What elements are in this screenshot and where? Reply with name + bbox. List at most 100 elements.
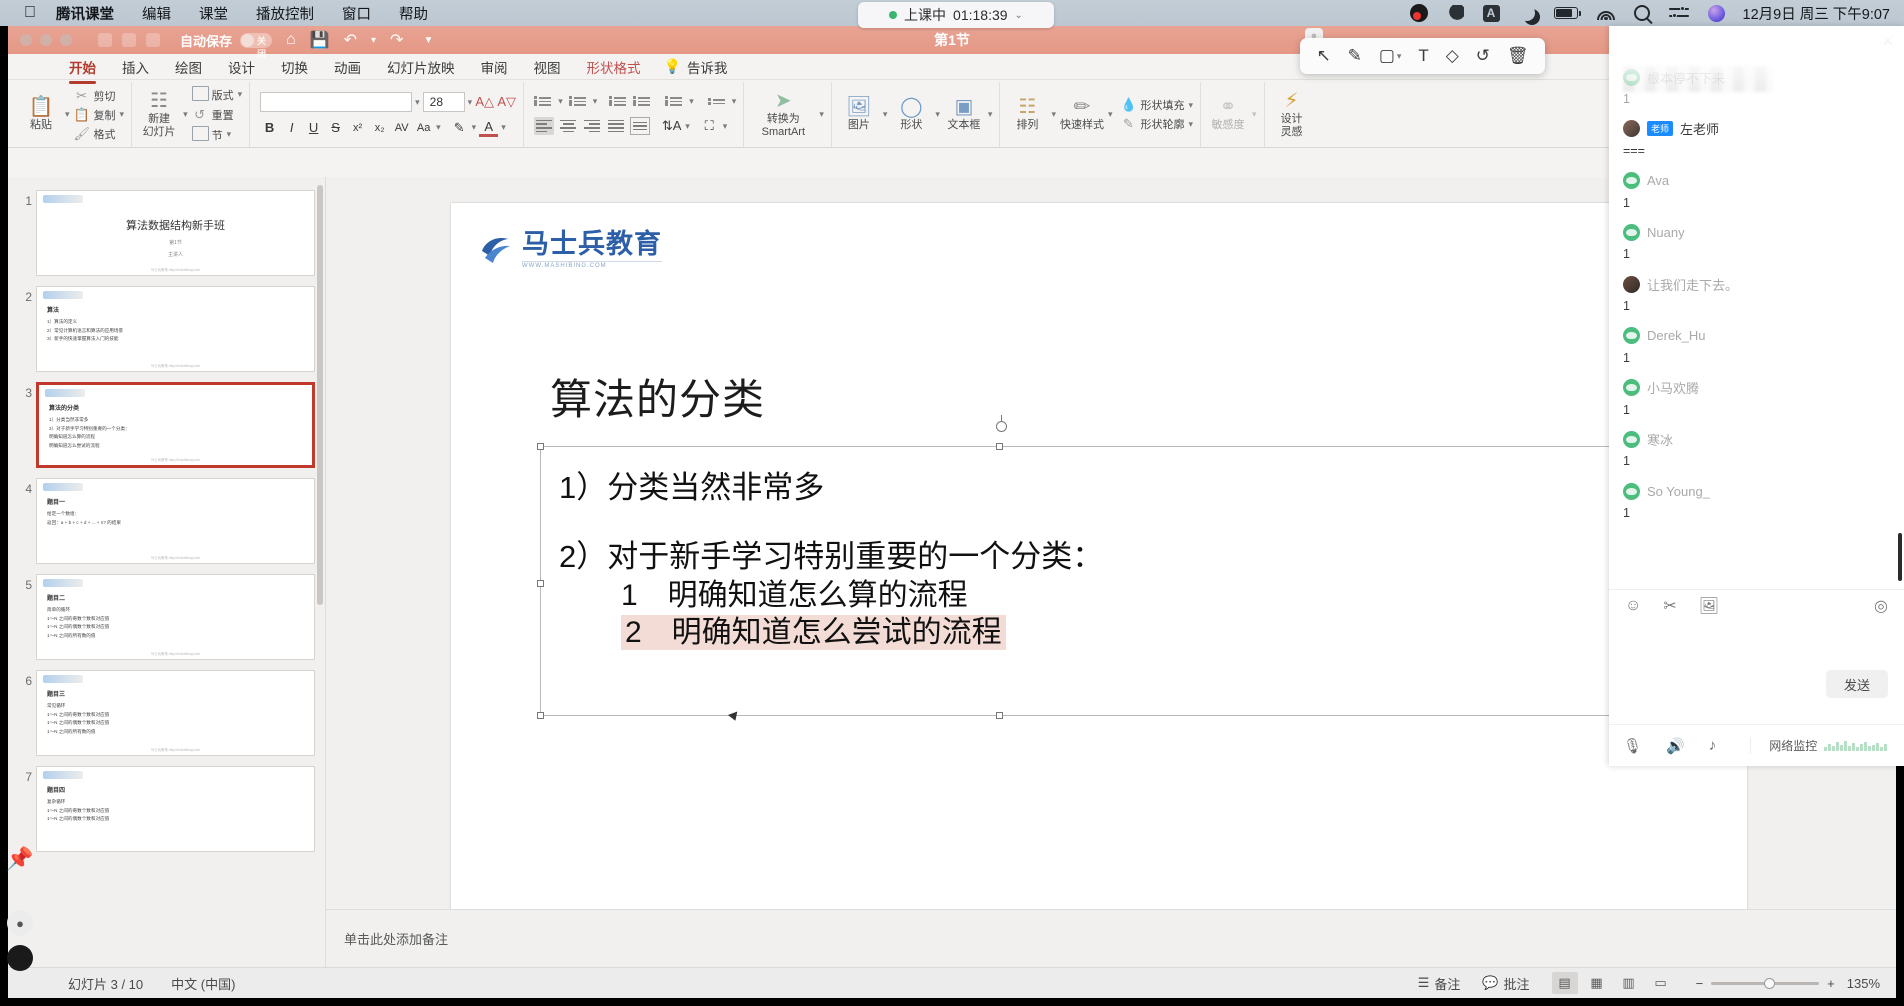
thumbnail-slide-3[interactable]: 算法的分类 1）分类当然非常多 2）对于新手学习特别重要的一个分类： 明确知道怎… bbox=[36, 382, 315, 468]
paste-dropdown-icon[interactable]: ▾ bbox=[65, 109, 70, 120]
record-circle-icon[interactable]: ● bbox=[7, 910, 33, 936]
comments-toggle-button[interactable]: 💬 批注 bbox=[1482, 974, 1529, 993]
qat-more-icon[interactable]: ▼ bbox=[423, 35, 433, 46]
thumbnail-row-2[interactable]: 2 算法 1）算法的定义 2）常见计算机语言和算法的应用场景 3）新手的快速掌握… bbox=[8, 281, 325, 377]
line-spacing-button[interactable] bbox=[665, 94, 683, 110]
underline-button[interactable]: U bbox=[304, 118, 323, 137]
thumbnail-scrollbar[interactable] bbox=[317, 185, 323, 605]
superscript-button[interactable]: x² bbox=[348, 118, 367, 137]
align-text-dropdown-icon[interactable]: ▾ bbox=[723, 121, 728, 132]
resize-handle-bc[interactable] bbox=[996, 712, 1003, 719]
italic-button[interactable]: I bbox=[282, 118, 301, 137]
character-spacing-button[interactable]: AV bbox=[392, 118, 411, 137]
distribute-button[interactable] bbox=[630, 117, 651, 135]
text-direction-button[interactable]: ⇅A bbox=[662, 117, 682, 136]
columns-dropdown-icon[interactable]: ▾ bbox=[732, 96, 737, 107]
font-name-input[interactable] bbox=[260, 92, 413, 112]
shape-outline-button[interactable]: ✎ 形状轮廓 ▾ bbox=[1121, 116, 1193, 132]
align-right-button[interactable] bbox=[582, 117, 602, 135]
subscript-button[interactable]: x₂ bbox=[370, 118, 389, 137]
textbox-button[interactable]: ▣ 文本框 bbox=[944, 97, 984, 131]
resize-handle-tc[interactable] bbox=[996, 443, 1003, 450]
class-timer-widget[interactable]: 上课中 01:18:39 ⌄ bbox=[858, 2, 1054, 28]
chat-settings-icon[interactable]: ◎ bbox=[1874, 596, 1888, 616]
microphone-icon[interactable]: 🎙 bbox=[1623, 737, 1642, 755]
copy-button[interactable]: 📋 复制 ▾ bbox=[74, 107, 125, 123]
sensitivity-button[interactable]: ⚭ 敏感度 bbox=[1208, 97, 1248, 131]
qat-slot-3-icon[interactable] bbox=[146, 33, 160, 47]
send-button[interactable]: 发送 bbox=[1826, 670, 1888, 698]
numbered-list-button[interactable] bbox=[568, 94, 587, 110]
slide-thumbnail-panel[interactable]: 1 算法数据结构新手班 第1节 主讲人 马士兵教育 http://mashibi… bbox=[8, 177, 326, 967]
align-left-button[interactable] bbox=[534, 117, 555, 135]
normal-view-button[interactable]: ▤ bbox=[1551, 972, 1578, 994]
format-painter-button[interactable]: 🖌 格式 bbox=[74, 126, 125, 142]
redo-icon[interactable]: ↷ bbox=[390, 30, 403, 50]
bullet-list-dropdown-icon[interactable]: ▾ bbox=[558, 96, 563, 107]
save-icon[interactable]: 💾 bbox=[310, 30, 330, 50]
arrange-button[interactable]: ☷ 排列 bbox=[1007, 97, 1047, 131]
tell-me-box[interactable]: 💡 告诉我 bbox=[654, 57, 728, 77]
layout-dropdown-icon[interactable]: ▾ bbox=[238, 89, 243, 100]
thumbnail-slide-6[interactable]: 题目三 常见循环 1～N 之间的奇数个数和对应值 1～N 之间的偶数个数和对应值… bbox=[36, 670, 315, 756]
increase-font-size-button[interactable]: A△ bbox=[475, 93, 494, 112]
thumbnail-slide-7[interactable]: 题目四 复杂循环 1～N 之间的奇数个数和对应值 1～N 之间的偶数个数和对应值 bbox=[36, 766, 315, 852]
bullet-list-button[interactable] bbox=[534, 94, 552, 110]
justify-button[interactable] bbox=[606, 117, 626, 135]
tab-transitions[interactable]: 切换 bbox=[268, 54, 321, 80]
shape-fill-dropdown-icon[interactable]: ▾ bbox=[1189, 100, 1194, 111]
qat-slot-1-icon[interactable] bbox=[98, 33, 112, 47]
notes-toggle-button[interactable]: ☰ 备注 bbox=[1418, 974, 1461, 993]
language-indicator[interactable]: 中文 (中国) bbox=[171, 974, 235, 993]
wifi-icon[interactable] bbox=[1596, 6, 1615, 20]
thumbnail-row-3[interactable]: 3 算法的分类 1）分类当然非常多 2）对于新手学习特别重要的一个分类： 明确知… bbox=[8, 377, 325, 473]
tab-shape-format[interactable]: 形状格式 bbox=[574, 54, 654, 80]
spotlight-search-icon[interactable] bbox=[1633, 5, 1650, 21]
tab-slideshow[interactable]: 幻灯片放映 bbox=[374, 54, 468, 80]
bold-button[interactable]: B bbox=[260, 118, 279, 137]
copy-dropdown-icon[interactable]: ▾ bbox=[120, 109, 125, 120]
section-dropdown-icon[interactable]: ▾ bbox=[227, 129, 232, 140]
highlight-dropdown-icon[interactable]: ▾ bbox=[472, 122, 477, 133]
resize-handle-ml[interactable] bbox=[537, 580, 544, 587]
quick-styles-button[interactable]: ✏ 快速样式 bbox=[1060, 97, 1104, 131]
chat-scrollbar[interactable] bbox=[1898, 533, 1902, 581]
new-slide-dropdown-icon[interactable]: ▾ bbox=[183, 109, 188, 120]
thumbnail-row-1[interactable]: 1 算法数据结构新手班 第1节 主讲人 马士兵教育 http://mashibi… bbox=[8, 185, 325, 281]
night-shift-icon[interactable] bbox=[1519, 5, 1535, 21]
menu-item-help[interactable]: 帮助 bbox=[399, 3, 428, 24]
change-case-dropdown-icon[interactable]: ▾ bbox=[436, 122, 441, 133]
close-window-button[interactable] bbox=[20, 34, 32, 46]
strikethrough-button[interactable]: S bbox=[326, 118, 345, 137]
menu-item-playback[interactable]: 播放控制 bbox=[256, 3, 314, 24]
shape-tool-icon[interactable]: ▢ ▾ bbox=[1379, 46, 1402, 66]
tab-review[interactable]: 审阅 bbox=[468, 54, 521, 80]
qat-slot-2-icon[interactable] bbox=[122, 33, 136, 47]
line-spacing-dropdown-icon[interactable]: ▾ bbox=[689, 96, 694, 107]
menu-item-edit[interactable]: 编辑 bbox=[142, 3, 171, 24]
autosave-control[interactable]: 自动保存 关闭 bbox=[180, 31, 273, 59]
slide-sorter-view-button[interactable]: ▦ bbox=[1584, 972, 1610, 994]
increase-indent-button[interactable] bbox=[633, 94, 651, 110]
section-button[interactable]: 节 ▾ bbox=[191, 125, 243, 144]
reset-button[interactable]: ↺ 重置 bbox=[192, 107, 243, 123]
picture-dropdown-icon[interactable]: ▾ bbox=[883, 109, 888, 120]
tab-insert[interactable]: 插入 bbox=[109, 54, 162, 80]
reading-view-button[interactable]: ▥ bbox=[1616, 972, 1642, 994]
menu-item-window[interactable]: 窗口 bbox=[342, 3, 371, 24]
font-color-button[interactable]: A bbox=[479, 118, 499, 137]
decrease-font-size-button[interactable]: A▽ bbox=[497, 93, 516, 112]
font-name-dropdown-icon[interactable]: ▾ bbox=[415, 97, 420, 108]
shape-fill-button[interactable]: 💧 形状填充 ▾ bbox=[1121, 97, 1194, 113]
undo-dropdown-icon[interactable]: ▾ bbox=[371, 35, 376, 46]
content-textbox[interactable]: 1）分类当然非常多 2）对于新手学习特别重要的一个分类： 1 明确知道怎么算的流… bbox=[537, 415, 1658, 719]
control-center-icon[interactable] bbox=[1668, 6, 1689, 20]
arrange-dropdown-icon[interactable]: ▾ bbox=[1051, 109, 1056, 120]
text-direction-dropdown-icon[interactable]: ▾ bbox=[685, 121, 690, 132]
obs-icon[interactable] bbox=[1409, 4, 1428, 22]
shape-dropdown-icon[interactable]: ▾ bbox=[935, 109, 940, 120]
eraser-tool-icon[interactable]: ◇ bbox=[1446, 46, 1459, 66]
battery-icon[interactable] bbox=[1553, 7, 1581, 19]
pin-icon[interactable]: 📌 bbox=[6, 846, 33, 872]
zoom-control[interactable]: − + bbox=[1696, 976, 1835, 991]
